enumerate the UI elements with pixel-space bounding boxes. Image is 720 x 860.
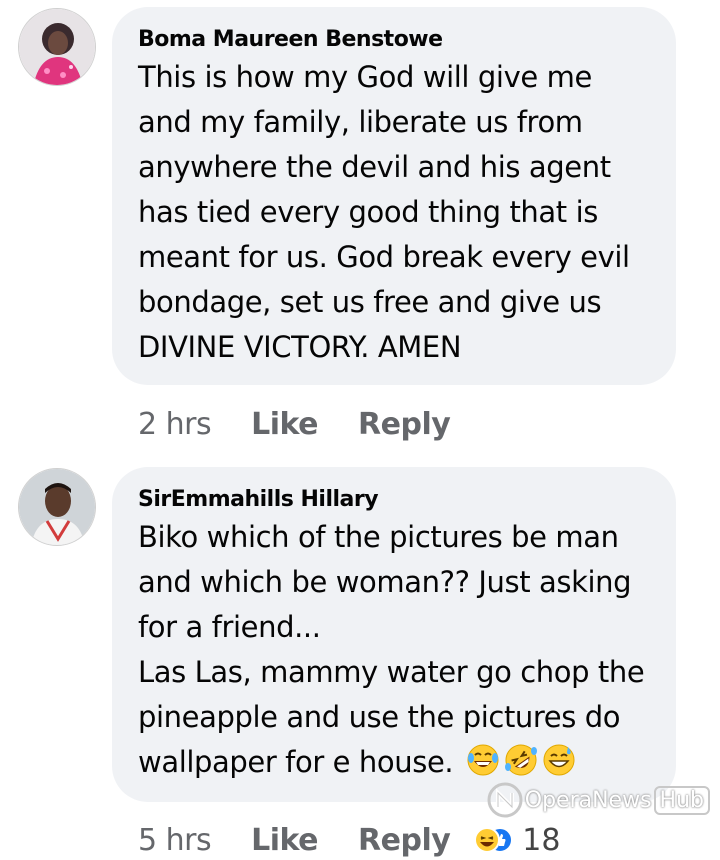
reaction-icons xyxy=(474,827,514,853)
comment-bubble: Boma Maureen Benstowe This is how my God… xyxy=(112,7,676,385)
avatar-photo xyxy=(19,469,95,545)
comment-author[interactable]: SirEmmahills Hillary xyxy=(138,485,648,515)
grinning-face-with-sweat-icon xyxy=(543,744,575,776)
reaction-count: 18 xyxy=(522,822,561,858)
like-button[interactable]: Like xyxy=(251,407,318,442)
face-with-tears-of-joy-icon xyxy=(467,744,499,776)
avatar[interactable] xyxy=(18,8,96,86)
comment-author[interactable]: Boma Maureen Benstowe xyxy=(138,25,648,55)
comment-actions: 2 hrs Like Reply xyxy=(138,404,451,444)
avatar[interactable] xyxy=(18,468,96,546)
comment-bubble: SirEmmahills Hillary Biko which of the p… xyxy=(112,467,676,802)
watermark-suffix: Hub xyxy=(653,785,710,815)
comment-timestamp[interactable]: 5 hrs xyxy=(138,823,212,858)
reaction-summary[interactable]: 18 xyxy=(474,823,560,858)
comment-text-body: Biko which of the pictures be man and wh… xyxy=(138,520,645,779)
reply-button[interactable]: Reply xyxy=(358,407,451,442)
comment-text: This is how my God will give me and my f… xyxy=(138,60,630,364)
haha-reaction-icon xyxy=(474,827,501,853)
comment-text: Biko which of the pictures be man and wh… xyxy=(138,515,648,785)
comment-timestamp[interactable]: 2 hrs xyxy=(138,407,212,442)
operanews-watermark: OperaNews Hub xyxy=(485,780,710,820)
operanews-logo-icon xyxy=(487,782,523,818)
like-button[interactable]: Like xyxy=(251,823,318,858)
comment-actions: 5 hrs Like Reply 18 xyxy=(138,820,560,860)
reply-button[interactable]: Reply xyxy=(358,823,451,858)
watermark-brand: OperaNews xyxy=(524,787,652,813)
rolling-on-floor-laughing-icon xyxy=(505,744,538,776)
avatar-photo xyxy=(19,9,95,85)
